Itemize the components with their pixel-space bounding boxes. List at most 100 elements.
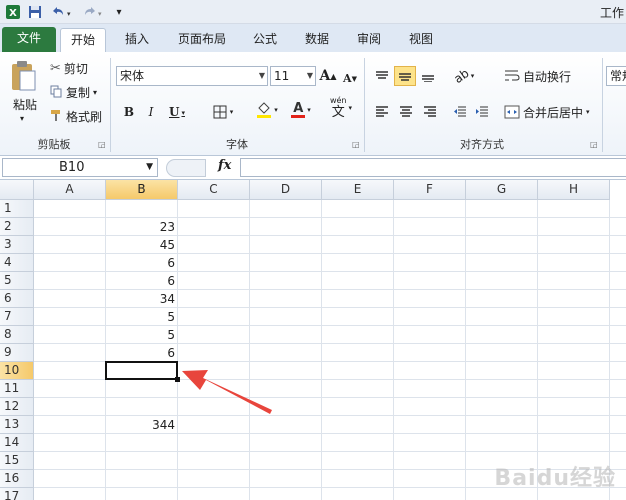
column-header-b[interactable]: B	[106, 180, 178, 200]
align-bottom-icon	[422, 75, 434, 82]
phonetic-button[interactable]: wén 文 ▾	[326, 96, 356, 120]
wrap-text-button[interactable]: 自动换行	[504, 66, 576, 86]
ribbon-home: 粘贴 ▾ ✂ 剪切 复制 ▾ 格式刷 剪贴板 ◲ 宋体 ▼ 11 ▼ A ▲ A…	[0, 52, 626, 156]
align-left-button[interactable]	[372, 102, 392, 122]
row-header-14[interactable]: 14	[0, 434, 34, 452]
underline-button[interactable]: U ▾	[164, 102, 190, 122]
row-header-4[interactable]: 4	[0, 254, 34, 272]
chevron-down-icon: ▾	[586, 108, 590, 116]
redo-button[interactable]: ▾	[80, 3, 106, 21]
align-bottom-button[interactable]	[418, 66, 438, 86]
formula-input[interactable]	[240, 158, 626, 177]
borders-button[interactable]: ▾	[206, 102, 240, 122]
grow-font-button[interactable]: A ▲	[319, 66, 336, 86]
chevron-down-icon: ▼	[258, 71, 265, 80]
font-size-value: 11	[274, 69, 290, 83]
merge-center-button[interactable]: 合并后居中 ▾	[504, 102, 598, 122]
cell-b4[interactable]: 6	[106, 254, 178, 272]
column-header-c[interactable]: C	[178, 180, 250, 200]
undo-button[interactable]: ▾	[48, 3, 74, 21]
cell-b7[interactable]: 5	[106, 308, 178, 326]
phonetic-icon: wén 文	[330, 96, 347, 120]
group-divider	[602, 58, 603, 152]
align-middle-icon	[399, 73, 411, 81]
row-header-3[interactable]: 3	[0, 236, 34, 254]
cell-b13[interactable]: 344	[106, 416, 178, 434]
paste-icon[interactable]	[8, 58, 38, 94]
cell-b3[interactable]: 45	[106, 236, 178, 254]
row-header-8[interactable]: 8	[0, 326, 34, 344]
fill-handle[interactable]	[175, 377, 180, 382]
cell-b8[interactable]: 5	[106, 326, 178, 344]
row-header-7[interactable]: 7	[0, 308, 34, 326]
number-format-combo[interactable]: 常规	[606, 66, 626, 86]
tab-data[interactable]: 数据	[296, 28, 338, 52]
font-color-button[interactable]: A ▾	[286, 100, 316, 120]
format-painter-button[interactable]: 格式刷	[50, 108, 102, 125]
copy-button[interactable]: 复制 ▾	[50, 84, 97, 101]
tab-view[interactable]: 视图	[400, 28, 442, 52]
column-header-f[interactable]: F	[394, 180, 466, 200]
row-header-13[interactable]: 13	[0, 416, 34, 434]
name-box[interactable]: B10 ▼	[2, 158, 158, 177]
row-header-12[interactable]: 12	[0, 398, 34, 416]
row-header-11[interactable]: 11	[0, 380, 34, 398]
row-header-9[interactable]: 9	[0, 344, 34, 362]
insert-function-icon[interactable]: fx	[218, 158, 231, 173]
paste-button[interactable]: 粘贴	[10, 96, 40, 113]
tab-home[interactable]: 开始	[60, 28, 106, 52]
tab-page-layout[interactable]: 页面布局	[170, 28, 234, 52]
cell-b9[interactable]: 6	[106, 344, 178, 362]
worksheet-grid[interactable]: A B C D E F G H 1 2 3 4 5 6 7 8 9 10 11 12 13 14 15 16 17 23 45 6 6 3…	[0, 180, 626, 500]
row-header-15[interactable]: 15	[0, 452, 34, 470]
paste-dropdown-icon[interactable]: ▾	[20, 114, 24, 123]
tab-file[interactable]: 文件	[2, 27, 56, 52]
svg-text:▾: ▾	[67, 10, 71, 18]
chevron-down-icon: ▾	[307, 106, 311, 114]
column-header-h[interactable]: H	[538, 180, 610, 200]
orientation-button[interactable]: ab ▾	[450, 66, 478, 86]
name-box-value: B10	[59, 160, 85, 175]
increase-indent-button[interactable]	[472, 102, 492, 122]
decrease-indent-button[interactable]	[450, 102, 470, 122]
fill-color-button[interactable]: ▾	[252, 100, 282, 120]
italic-button[interactable]: I	[142, 102, 160, 122]
bold-button[interactable]: B	[120, 102, 138, 122]
align-center-button[interactable]	[396, 102, 416, 122]
tab-insert[interactable]: 插入	[116, 28, 158, 52]
align-top-button[interactable]	[372, 66, 392, 86]
font-size-combo[interactable]: 11 ▼	[270, 66, 316, 86]
column-header-e[interactable]: E	[322, 180, 394, 200]
row-header-2[interactable]: 2	[0, 218, 34, 236]
row-header-10[interactable]: 10	[0, 362, 34, 380]
customize-toolbar-icon[interactable]: ▾	[112, 3, 126, 21]
shrink-font-button[interactable]: A ▼	[342, 68, 358, 88]
row-header-6[interactable]: 6	[0, 290, 34, 308]
row-header-5[interactable]: 5	[0, 272, 34, 290]
cell-b5[interactable]: 6	[106, 272, 178, 290]
dialog-launcher-icon[interactable]: ◲	[352, 140, 360, 149]
align-right-button[interactable]	[420, 102, 440, 122]
dialog-launcher-icon[interactable]: ◲	[98, 140, 106, 149]
wrap-text-label: 自动换行	[523, 69, 572, 84]
formula-bar: B10 ▼ fx	[0, 156, 626, 180]
column-header-a[interactable]: A	[34, 180, 106, 200]
row-header-17[interactable]: 17	[0, 488, 34, 500]
tab-formulas[interactable]: 公式	[244, 28, 286, 52]
grid-line	[393, 200, 394, 500]
formula-bar-splitter[interactable]	[166, 159, 206, 177]
cell-b2[interactable]: 23	[106, 218, 178, 236]
row-header-16[interactable]: 16	[0, 470, 34, 488]
tab-review[interactable]: 审阅	[348, 28, 390, 52]
column-header-d[interactable]: D	[250, 180, 322, 200]
align-middle-button[interactable]	[394, 66, 416, 86]
column-header-g[interactable]: G	[466, 180, 538, 200]
cell-b6[interactable]: 34	[106, 290, 178, 308]
dialog-launcher-icon[interactable]: ◲	[590, 140, 598, 149]
row-header-1[interactable]: 1	[0, 200, 34, 218]
font-name-combo[interactable]: 宋体 ▼	[116, 66, 268, 86]
active-cell-selection[interactable]	[105, 361, 178, 380]
select-all-corner[interactable]	[0, 180, 34, 200]
save-icon[interactable]	[26, 3, 44, 21]
cut-button[interactable]: ✂ 剪切	[50, 60, 88, 77]
